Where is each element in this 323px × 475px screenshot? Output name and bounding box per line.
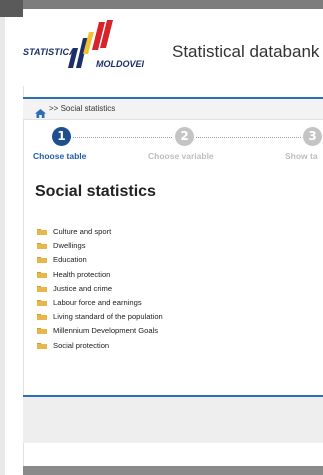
- folder-icon: [37, 271, 47, 278]
- folder-icon: [37, 313, 47, 321]
- step-connector-2: [196, 137, 301, 138]
- logo-text-moldovei: MOLDOVEI: [96, 59, 145, 69]
- step-3-label: Show ta: [285, 151, 318, 161]
- breadcrumb-separator: >>: [49, 104, 59, 113]
- category-label[interactable]: Living standard of the population: [53, 312, 163, 321]
- site-title: Statistical databank: [172, 42, 320, 61]
- category-label[interactable]: Culture and sport: [53, 227, 111, 236]
- category-item[interactable]: Millennium Development Goals: [37, 325, 163, 336]
- folder-icon: [37, 228, 47, 236]
- folder-icon: [37, 242, 47, 250]
- category-item[interactable]: Justice and crime: [37, 283, 163, 294]
- step-connector-1: [73, 137, 172, 138]
- step-3-indicator: 3: [303, 127, 322, 146]
- breadcrumb-trail: >> Social statistics: [49, 104, 115, 113]
- category-label[interactable]: Justice and crime: [53, 284, 112, 293]
- step-1-label[interactable]: Choose table: [33, 151, 86, 161]
- category-label[interactable]: Social protection: [53, 341, 109, 350]
- folder-icon: [37, 285, 47, 292]
- category-item[interactable]: Dwellings: [37, 240, 163, 251]
- logo-text-statistica: STATISTICA: [23, 47, 76, 57]
- category-label[interactable]: Education: [53, 255, 87, 264]
- home-icon[interactable]: [35, 105, 46, 118]
- statistica-moldovei-logo[interactable]: STATISTICA MOLDOVEI: [23, 20, 163, 76]
- breadcrumb-current[interactable]: Social statistics: [61, 104, 116, 113]
- page-footer: [23, 397, 323, 443]
- window-edge: [0, 0, 5, 475]
- window-corner: [0, 0, 23, 17]
- category-tree: Culture and sport Dwellings Education He…: [37, 226, 163, 354]
- category-item[interactable]: Culture and sport: [37, 226, 163, 237]
- folder-icon: [37, 299, 47, 307]
- site-header: STATISTICA MOLDOVEI Statistical databank: [23, 9, 323, 86]
- category-label[interactable]: Millennium Development Goals: [53, 326, 158, 335]
- page-title: Social statistics: [35, 183, 156, 200]
- category-item[interactable]: Social protection: [37, 340, 163, 351]
- category-item[interactable]: Labour force and earnings: [37, 297, 163, 308]
- folder-icon: [37, 342, 47, 349]
- breadcrumb: >> Social statistics: [23, 99, 323, 120]
- category-label[interactable]: Dwellings: [53, 241, 86, 250]
- category-item[interactable]: Health protection: [37, 269, 163, 280]
- window-top-bar: [0, 0, 323, 17]
- category-item[interactable]: Education: [37, 254, 163, 265]
- window-bottom-bar: [23, 466, 323, 475]
- category-label[interactable]: Labour force and earnings: [53, 298, 142, 307]
- folder-icon: [37, 327, 47, 335]
- step-2-indicator: 2: [175, 127, 194, 146]
- folder-icon: [37, 256, 47, 264]
- step-1-indicator[interactable]: 1: [52, 127, 71, 146]
- category-label[interactable]: Health protection: [53, 270, 110, 279]
- category-item[interactable]: Living standard of the population: [37, 311, 163, 322]
- step-2-label: Choose variable: [148, 151, 214, 161]
